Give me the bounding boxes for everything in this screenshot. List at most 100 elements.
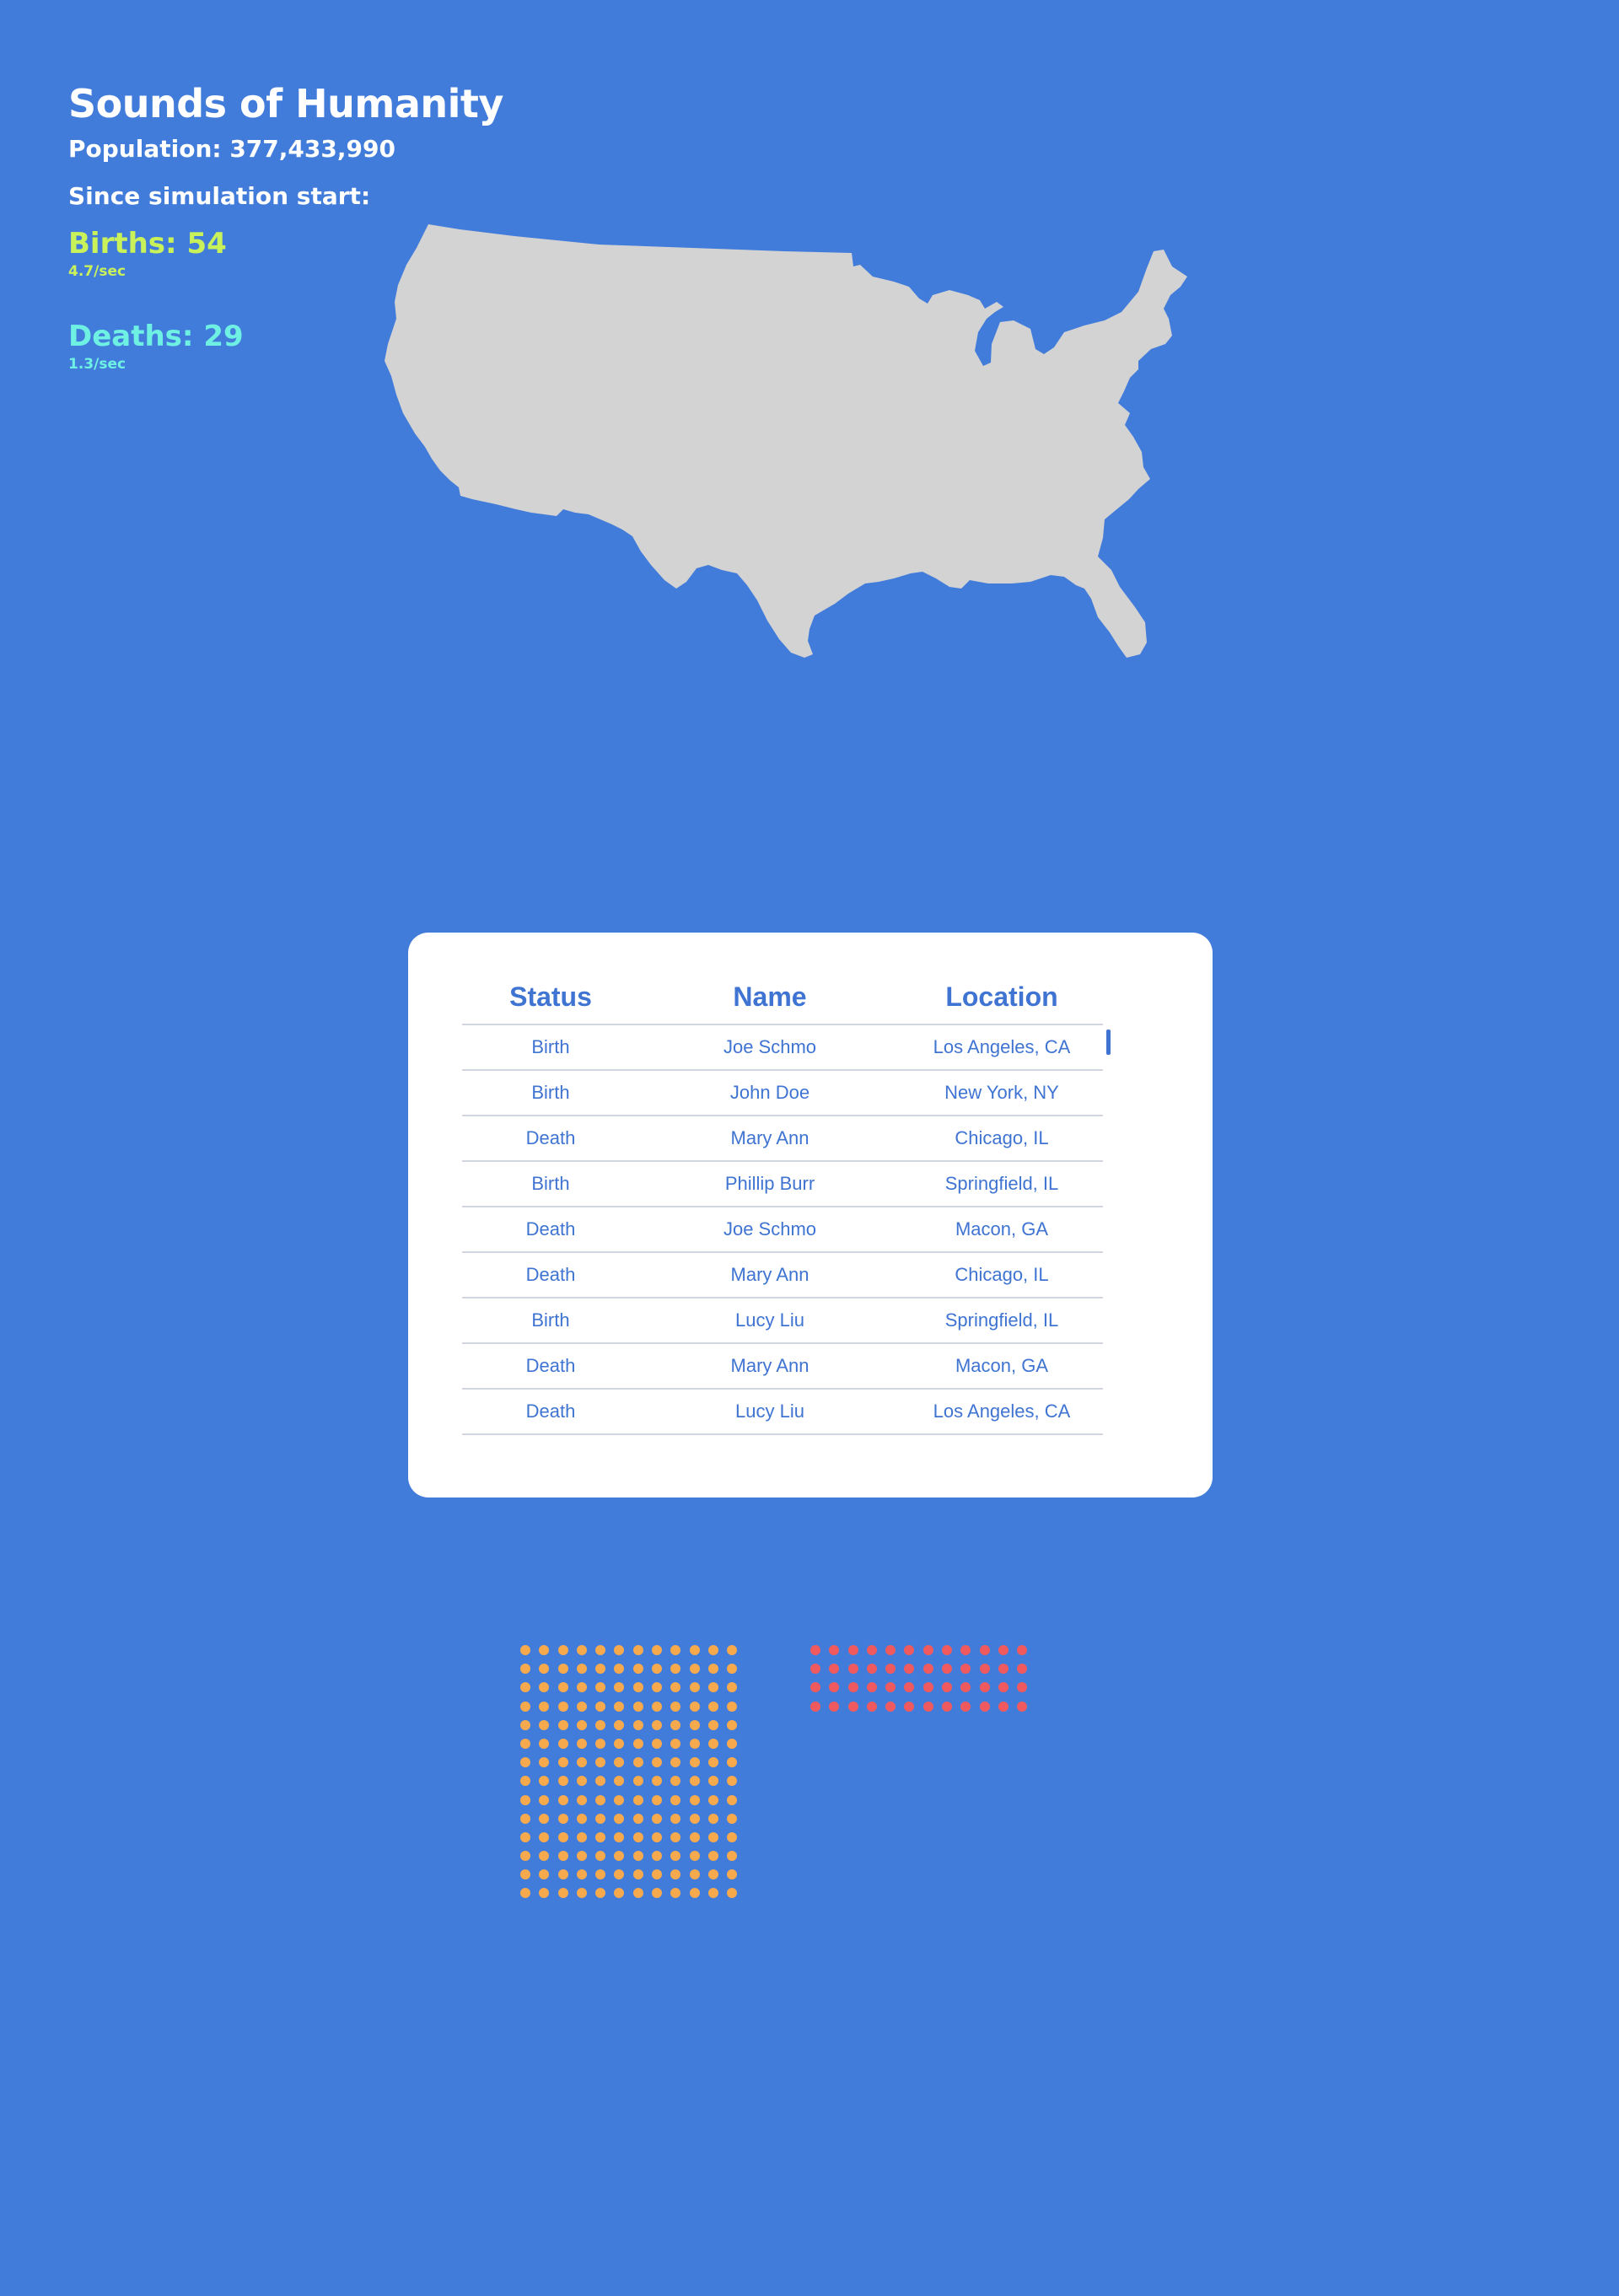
table-row: Death Lucy Liu Los Angeles, CA: [462, 1390, 1103, 1435]
birth-dot: [670, 1888, 681, 1899]
birth-dot: [576, 1851, 587, 1862]
birth-dot: [595, 1831, 606, 1842]
birth-dot: [520, 1701, 530, 1712]
usa-map-icon: [385, 224, 1187, 658]
birth-dot: [707, 1813, 718, 1824]
birth-dot: [557, 1701, 568, 1712]
cell-location: Chicago, IL: [955, 1264, 1049, 1285]
table-row: Death Mary Ann Chicago, IL: [462, 1253, 1103, 1299]
death-dot: [885, 1664, 896, 1675]
birth-dot: [689, 1851, 700, 1862]
birth-dot: [652, 1701, 663, 1712]
birth-dot: [595, 1701, 606, 1712]
cell-status: Death: [525, 1218, 576, 1239]
birth-dot: [727, 1664, 738, 1675]
death-dot: [904, 1645, 915, 1655]
birth-dot: [727, 1851, 738, 1862]
cell-status: Death: [525, 1401, 576, 1422]
birth-dot: [557, 1664, 568, 1675]
birth-dot: [539, 1869, 550, 1880]
birth-dot: [539, 1851, 550, 1862]
birth-dot: [689, 1664, 700, 1675]
birth-dot: [539, 1664, 550, 1675]
birth-dot: [520, 1851, 530, 1862]
birth-dot: [576, 1794, 587, 1805]
death-dot: [829, 1645, 840, 1655]
column-header-status: Status: [509, 981, 592, 1012]
death-dot: [979, 1701, 990, 1712]
birth-dot: [614, 1701, 625, 1712]
table-row: Death Joe Schmo Macon, GA: [462, 1207, 1103, 1253]
birth-dot: [595, 1645, 606, 1655]
cell-location: Macon, GA: [955, 1218, 1049, 1239]
birth-dot: [652, 1757, 663, 1768]
birth-dot: [632, 1888, 643, 1899]
birth-dot: [727, 1869, 738, 1880]
birth-dot: [614, 1719, 625, 1730]
birth-dot: [632, 1831, 643, 1842]
death-dot: [1017, 1664, 1028, 1675]
birth-dot: [670, 1813, 681, 1824]
birth-dot: [670, 1682, 681, 1693]
death-dot: [847, 1682, 858, 1693]
birth-dot: [670, 1757, 681, 1768]
birth-dot: [632, 1813, 643, 1824]
table-scrollbar-thumb[interactable]: [1106, 1030, 1111, 1055]
birth-dot: [520, 1776, 530, 1787]
death-dot: [922, 1645, 933, 1655]
birth-dot: [727, 1645, 738, 1655]
death-dot: [847, 1701, 858, 1712]
birth-dot: [557, 1719, 568, 1730]
birth-dot: [670, 1664, 681, 1675]
birth-dot: [614, 1645, 625, 1655]
birth-dot: [557, 1776, 568, 1787]
birth-dot: [595, 1888, 606, 1899]
birth-dot: [520, 1757, 530, 1768]
cell-location: New York, NY: [944, 1082, 1059, 1103]
birth-dot: [614, 1738, 625, 1749]
birth-dot: [595, 1776, 606, 1787]
birth-dot: [539, 1831, 550, 1842]
birth-dot: [576, 1682, 587, 1693]
birth-dot: [727, 1776, 738, 1787]
death-dot: [1017, 1682, 1028, 1693]
birth-dot: [652, 1888, 663, 1899]
birth-dot: [576, 1757, 587, 1768]
birth-dot: [557, 1888, 568, 1899]
birth-dot: [557, 1869, 568, 1880]
death-dot: [960, 1701, 971, 1712]
death-dot: [1017, 1701, 1028, 1712]
birth-dot: [557, 1757, 568, 1768]
death-dot: [810, 1701, 820, 1712]
birth-dot: [576, 1701, 587, 1712]
cell-name: Mary Ann: [730, 1264, 810, 1285]
death-dot: [979, 1645, 990, 1655]
death-dot: [942, 1701, 953, 1712]
cell-name: John Doe: [729, 1082, 810, 1103]
birth-dot: [707, 1888, 718, 1899]
cell-location: Macon, GA: [955, 1355, 1049, 1376]
birth-dot: [576, 1869, 587, 1880]
since-label: Since simulation start:: [68, 182, 371, 210]
birth-dot: [670, 1738, 681, 1749]
birth-dot: [652, 1682, 663, 1693]
cell-name: Joe Schmo: [723, 1218, 817, 1239]
birth-dot: [595, 1813, 606, 1824]
birth-dot: [576, 1888, 587, 1899]
cell-name: Mary Ann: [730, 1127, 810, 1148]
births-dot-grid: [520, 1645, 738, 1899]
birth-dot: [614, 1664, 625, 1675]
table-row: Death Mary Ann Macon, GA: [462, 1344, 1103, 1390]
birth-dot: [670, 1701, 681, 1712]
birth-dot: [595, 1851, 606, 1862]
birth-dot: [689, 1831, 700, 1842]
cell-status: Birth: [531, 1082, 570, 1103]
cell-status: Death: [525, 1127, 576, 1148]
table-row: Birth John Doe New York, NY: [462, 1071, 1103, 1116]
column-header-location: Location: [945, 981, 1058, 1012]
birth-dot: [595, 1794, 606, 1805]
column-header-name: Name: [733, 981, 807, 1012]
birth-dot: [539, 1888, 550, 1899]
death-dot: [866, 1664, 877, 1675]
birth-dot: [727, 1831, 738, 1842]
